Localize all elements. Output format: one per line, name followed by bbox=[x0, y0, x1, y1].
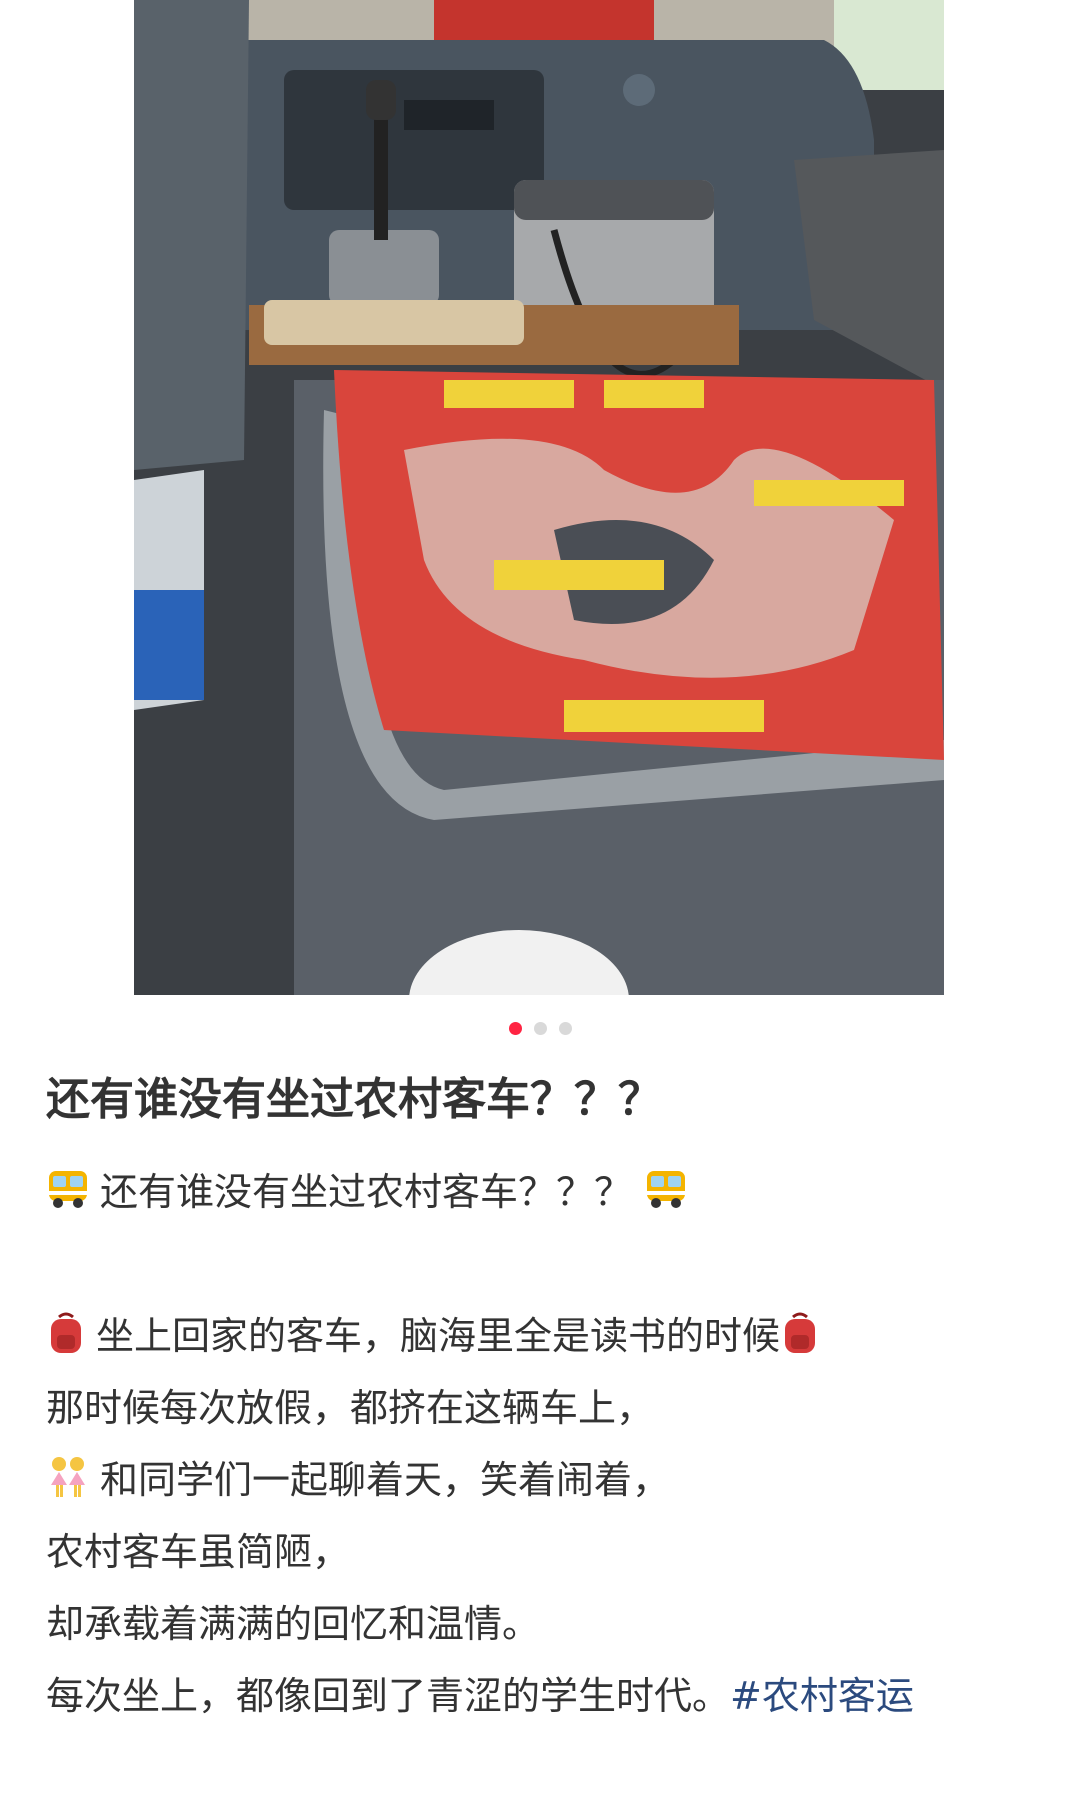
two-women-icon bbox=[46, 1455, 90, 1499]
hashtag-link[interactable]: #农村客运 bbox=[730, 1674, 914, 1718]
post-line: 和同学们一起聊着天，笑着闹着， bbox=[46, 1444, 1040, 1516]
post-line: 农村客车虽简陋， bbox=[46, 1530, 351, 1574]
carousel-dot-1[interactable] bbox=[508, 1022, 522, 1035]
bus-interior-photo bbox=[134, 0, 944, 995]
post-line: 那时候每次放假，都挤在这辆车上， bbox=[46, 1386, 655, 1430]
post-line: 却承载着满满的回忆和温情。 bbox=[46, 1602, 541, 1646]
post-line: 坐上回家的客车，脑海里全是读书的时候 bbox=[46, 1300, 1040, 1372]
post-photo[interactable] bbox=[134, 0, 944, 995]
carousel-dot-2[interactable] bbox=[533, 1022, 547, 1035]
backpack-icon bbox=[46, 1311, 86, 1355]
bus-icon bbox=[644, 1167, 688, 1211]
backpack-icon bbox=[780, 1311, 820, 1355]
carousel-indicator[interactable] bbox=[0, 1022, 1080, 1035]
post-line: 还有谁没有坐过农村客车？？？ bbox=[46, 1156, 1040, 1228]
post-body: 还有谁没有坐过农村客车？？？ 坐上回家的客车，脑海里全是读书的时候 那时候每次放… bbox=[46, 1156, 1040, 1732]
post-line: 每次坐上，都像回到了青涩的学生时代。#农村客运 bbox=[46, 1674, 914, 1718]
carousel-dot-3[interactable] bbox=[558, 1022, 572, 1035]
bus-icon bbox=[46, 1167, 90, 1211]
post-title: 还有谁没有坐过农村客车？？？ bbox=[46, 1074, 662, 1125]
